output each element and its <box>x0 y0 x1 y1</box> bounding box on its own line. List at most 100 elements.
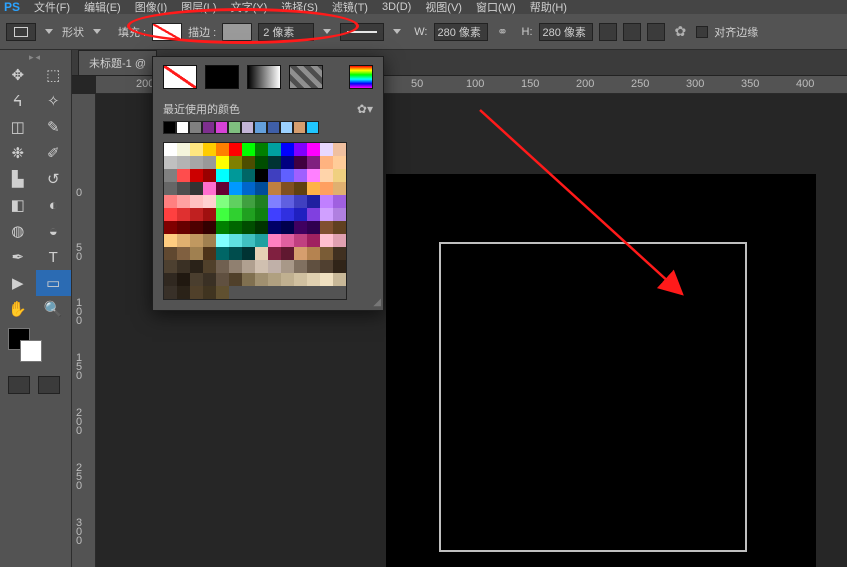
color-swatch[interactable] <box>281 247 294 260</box>
color-swatch[interactable] <box>203 208 216 221</box>
hand-tool[interactable]: ✋ <box>0 296 36 322</box>
move-tool[interactable]: ✥ <box>0 62 36 88</box>
color-swatch[interactable] <box>242 247 255 260</box>
shape-mode-label[interactable]: 形状 <box>62 24 84 40</box>
color-swatch[interactable] <box>294 221 307 234</box>
color-swatch[interactable] <box>164 156 177 169</box>
color-swatch[interactable] <box>216 247 229 260</box>
color-swatch[interactable] <box>190 169 203 182</box>
color-swatch[interactable] <box>164 208 177 221</box>
menu-window[interactable]: 窗口(W) <box>476 0 516 14</box>
color-swatch[interactable] <box>216 221 229 234</box>
color-swatch[interactable] <box>190 260 203 273</box>
color-swatch[interactable] <box>190 208 203 221</box>
blur-tool[interactable]: ◍ <box>0 218 36 244</box>
color-swatch[interactable] <box>177 143 190 156</box>
color-swatch[interactable] <box>229 195 242 208</box>
toolbox-grip[interactable]: ▸◂ <box>0 52 71 62</box>
document-tab[interactable]: 未标题-1 @ <box>78 50 157 75</box>
color-swatch[interactable] <box>216 273 229 286</box>
color-swatch[interactable] <box>216 182 229 195</box>
brush-tool[interactable]: ✐ <box>36 140 72 166</box>
color-swatch[interactable] <box>229 208 242 221</box>
color-swatch[interactable] <box>229 221 242 234</box>
color-swatch[interactable] <box>177 195 190 208</box>
color-swatch[interactable] <box>164 195 177 208</box>
color-swatch[interactable] <box>203 143 216 156</box>
fill-solid-button[interactable] <box>205 65 239 89</box>
stamp-tool[interactable]: ▙ <box>0 166 36 192</box>
color-swatch[interactable] <box>333 195 346 208</box>
color-swatch[interactable] <box>216 156 229 169</box>
color-swatch[interactable] <box>164 286 177 299</box>
quickmask-button[interactable] <box>8 376 30 394</box>
color-swatch[interactable] <box>294 195 307 208</box>
color-swatch[interactable] <box>307 195 320 208</box>
chevron-down-icon[interactable] <box>323 29 331 34</box>
color-swatch[interactable] <box>229 143 242 156</box>
color-swatch[interactable] <box>203 169 216 182</box>
color-swatch[interactable] <box>203 247 216 260</box>
color-swatch[interactable] <box>203 182 216 195</box>
color-swatch[interactable] <box>255 260 268 273</box>
path-select-tool[interactable]: ▶ <box>0 270 36 296</box>
color-swatch[interactable] <box>320 169 333 182</box>
color-swatch[interactable] <box>242 156 255 169</box>
color-swatch[interactable] <box>203 286 216 299</box>
color-swatch[interactable] <box>203 221 216 234</box>
eyedropper-tool[interactable]: ✎ <box>36 114 72 140</box>
recent-swatch[interactable] <box>215 121 228 134</box>
color-swatch[interactable] <box>177 169 190 182</box>
menu-view[interactable]: 视图(V) <box>425 0 462 14</box>
color-swatch[interactable] <box>203 260 216 273</box>
color-swatch[interactable] <box>177 221 190 234</box>
color-swatch[interactable] <box>164 143 177 156</box>
color-swatch[interactable] <box>242 182 255 195</box>
color-swatch[interactable] <box>268 234 281 247</box>
color-swatch[interactable] <box>294 273 307 286</box>
color-swatch[interactable] <box>307 182 320 195</box>
color-swatch[interactable] <box>216 234 229 247</box>
color-swatch[interactable] <box>320 208 333 221</box>
color-swatch[interactable] <box>229 169 242 182</box>
lasso-tool[interactable]: ᔦ <box>0 88 36 114</box>
color-swatch[interactable] <box>216 260 229 273</box>
color-swatch[interactable] <box>268 195 281 208</box>
color-swatch[interactable] <box>281 169 294 182</box>
recent-swatch[interactable] <box>306 121 319 134</box>
color-swatch[interactable] <box>190 221 203 234</box>
fill-swatch[interactable] <box>152 23 182 41</box>
color-swatch[interactable] <box>307 273 320 286</box>
color-swatch[interactable] <box>268 169 281 182</box>
menu-help[interactable]: 帮助(H) <box>530 0 567 14</box>
type-tool[interactable]: T <box>36 244 72 270</box>
color-swatch[interactable] <box>307 169 320 182</box>
color-swatch[interactable] <box>320 221 333 234</box>
color-swatch[interactable] <box>294 208 307 221</box>
recent-swatch[interactable] <box>202 121 215 134</box>
healing-tool[interactable]: ❉ <box>0 140 36 166</box>
gear-icon[interactable]: ✿ <box>675 23 687 40</box>
stroke-width-input[interactable] <box>258 23 314 41</box>
color-swatch[interactable] <box>281 273 294 286</box>
color-swatch[interactable] <box>190 143 203 156</box>
recent-swatch[interactable] <box>254 121 267 134</box>
menu-3d[interactable]: 3D(D) <box>382 1 411 13</box>
color-swatch[interactable] <box>281 234 294 247</box>
color-swatch[interactable] <box>190 273 203 286</box>
color-swatch[interactable] <box>203 234 216 247</box>
color-swatch[interactable] <box>164 234 177 247</box>
color-swatch[interactable] <box>333 273 346 286</box>
menu-image[interactable]: 图像(I) <box>135 0 167 14</box>
color-swatch[interactable] <box>190 182 203 195</box>
color-swatch[interactable] <box>242 169 255 182</box>
magic-wand-tool[interactable]: ✧ <box>36 88 72 114</box>
recent-swatch[interactable] <box>189 121 202 134</box>
color-swatch[interactable] <box>164 221 177 234</box>
color-swatch[interactable] <box>190 234 203 247</box>
color-swatch[interactable] <box>255 208 268 221</box>
rectangle-tool[interactable]: ▭ <box>36 270 72 296</box>
color-swatch[interactable] <box>242 260 255 273</box>
color-swatch[interactable] <box>229 260 242 273</box>
color-swatch[interactable] <box>216 169 229 182</box>
